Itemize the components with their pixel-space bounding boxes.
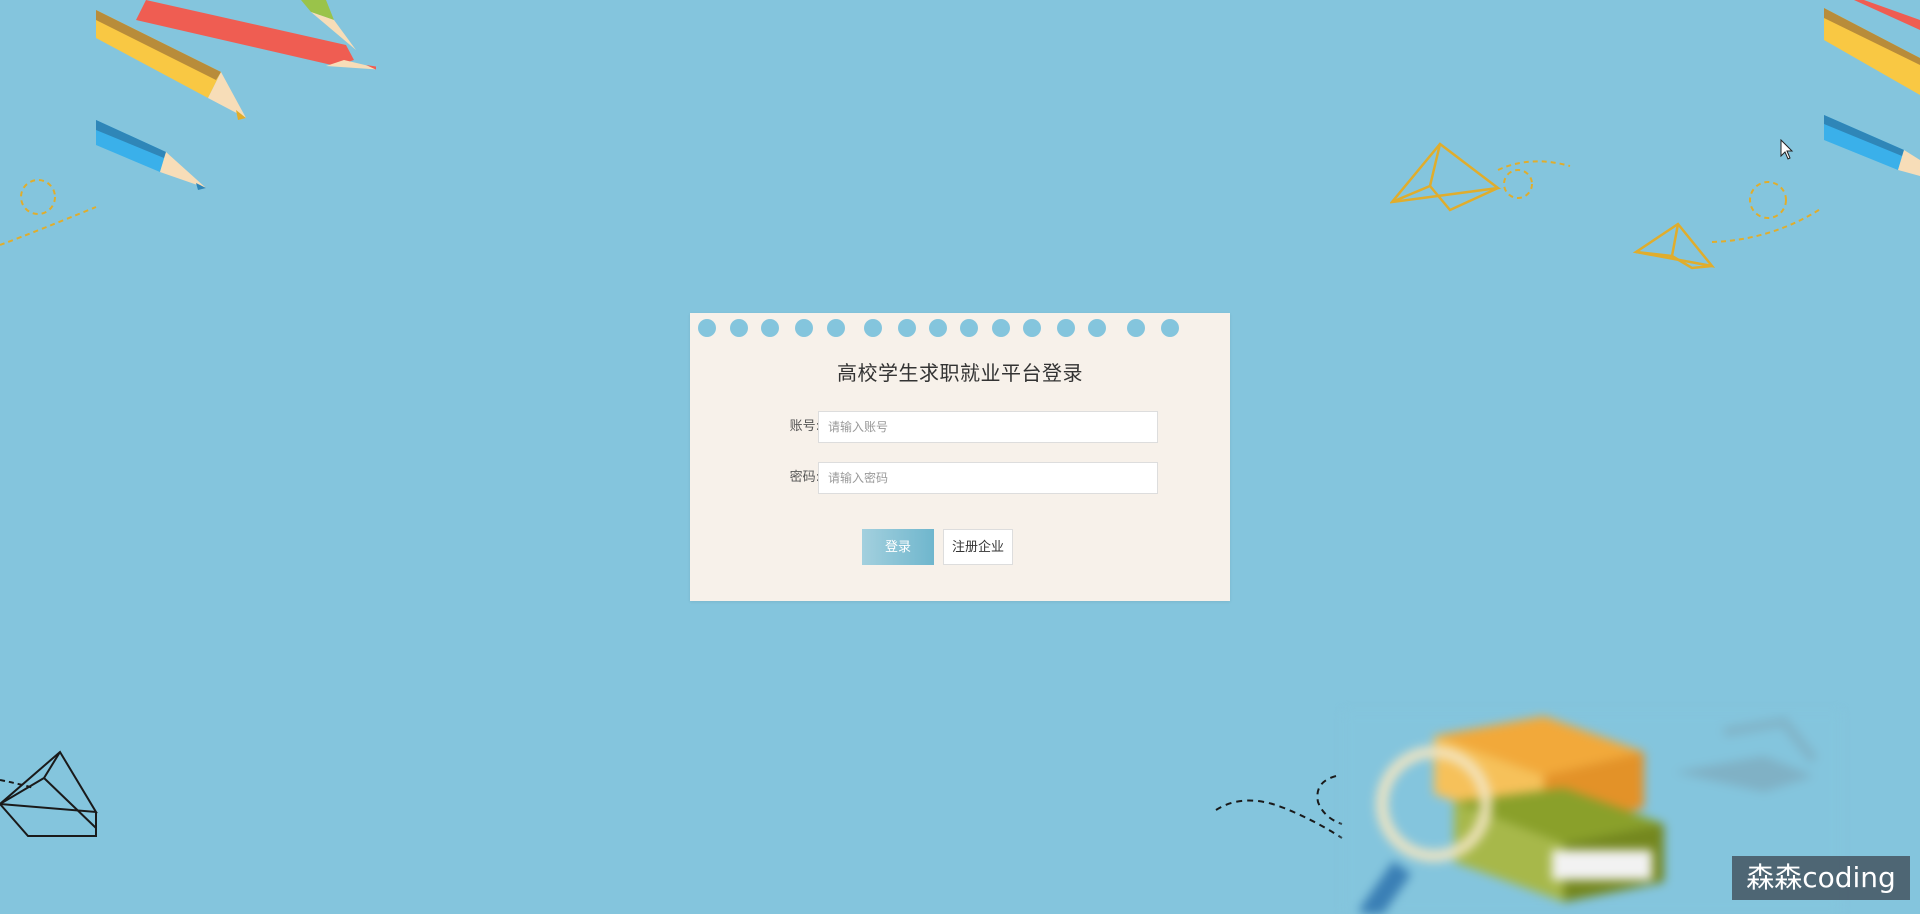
register-company-button[interactable]: 注册企业 [943,529,1013,565]
pencil-icon [1854,0,1920,30]
binding-hole [960,319,978,337]
binding-hole [1057,319,1075,337]
pencil-icon [136,0,376,70]
login-card: 高校学生求职就业平台登录 账号: 密码: 登录 注册企业 [690,313,1230,601]
pencils-top-left-decoration [96,0,376,190]
password-row: 密码: [690,462,1230,494]
account-label: 账号: [789,419,820,434]
binding-hole [795,319,813,337]
binding-hole [730,319,748,337]
account-input[interactable] [818,411,1158,443]
binding-hole [698,319,716,337]
binding-hole [827,319,845,337]
binding-hole [1023,319,1041,337]
binding-hole [992,319,1010,337]
pencil-icon [1824,115,1920,176]
pencil-icon [96,10,246,120]
paper-plane-icon [1390,142,1571,212]
pencil-icon [1824,8,1920,95]
dashed-flight-path-decoration [0,179,97,246]
paper-plane-icon [1632,181,1823,270]
password-input[interactable] [818,462,1158,494]
password-label: 密码: [789,470,820,485]
pencil-icon [301,0,356,50]
login-button[interactable]: 登录 [862,529,934,565]
binding-hole [898,319,916,337]
binding-hole [761,319,779,337]
binding-hole [929,319,947,337]
pencil-icon [96,120,206,190]
notebook-binding-holes [690,313,1230,343]
watermark-badge: 森森coding [1732,856,1910,900]
pencils-top-right-decoration [1824,0,1920,176]
binding-hole [1161,319,1179,337]
dashed-flight-path-decoration [1215,775,1343,839]
binding-hole [864,319,882,337]
mouse-cursor-icon [1780,139,1794,160]
account-row: 账号: [690,411,1230,443]
binding-hole [1088,319,1106,337]
binding-hole [1127,319,1145,337]
login-title: 高校学生求职就业平台登录 [837,361,1083,385]
paper-plane-icon [0,750,98,837]
